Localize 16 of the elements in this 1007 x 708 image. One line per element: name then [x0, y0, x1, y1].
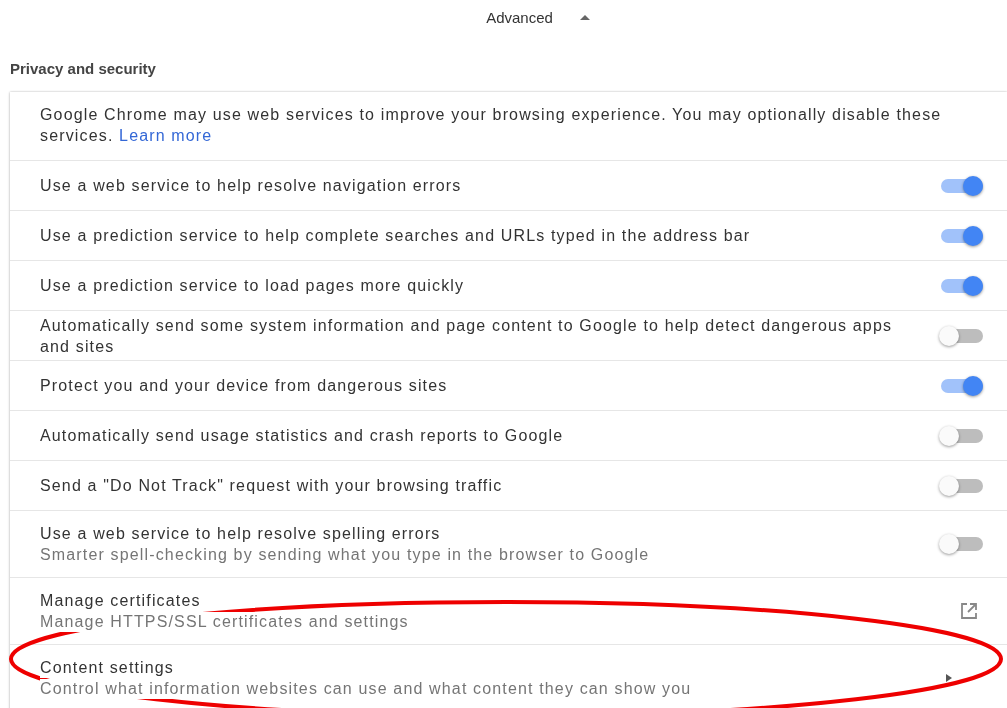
- setting-row[interactable]: Automatically send some system information and page content to Google to help detect dangerous apps and sites: [10, 310, 1007, 360]
- learn-more-link[interactable]: Learn more: [119, 127, 213, 144]
- setting-row[interactable]: Protect you and your device from dangerous sites: [10, 360, 1007, 410]
- setting-row[interactable]: Use a prediction service to load pages more quickly: [10, 260, 1007, 310]
- intro-text: Google Chrome may use web services to improve your browsing experience. You may optionally disable these services. Learn more: [39, 105, 943, 146]
- setting-description: Smarter spell-checking by sending what you type in the browser to Google: [40, 545, 650, 565]
- setting-row[interactable]: Send a "Do Not Track" request with your browsing traffic: [10, 460, 1007, 510]
- setting-row[interactable]: Automatically send usage statistics and crash reports to Google: [10, 410, 1007, 460]
- setting-row[interactable]: Use a prediction service to help complete searches and URLs typed in the address bar: [10, 210, 1007, 260]
- setting-description: Manage HTTPS/SSL certificates and settings: [40, 612, 409, 632]
- setting-row[interactable]: Use a web service to help resolve spelling errors Smarter spell-checking by sending what you type in the browser to Google: [10, 510, 1007, 577]
- setting-row[interactable]: Manage certificates Manage HTTPS/SSL certificates and settings: [10, 577, 1007, 644]
- setting-row[interactable]: Use a web service to help resolve navigation errors: [10, 160, 1007, 210]
- section-title: Privacy and security: [10, 60, 156, 77]
- setting-description: Control what information websites can use and what content they can show you: [40, 679, 692, 699]
- advanced-toggle[interactable]: Advanced: [486, 8, 591, 26]
